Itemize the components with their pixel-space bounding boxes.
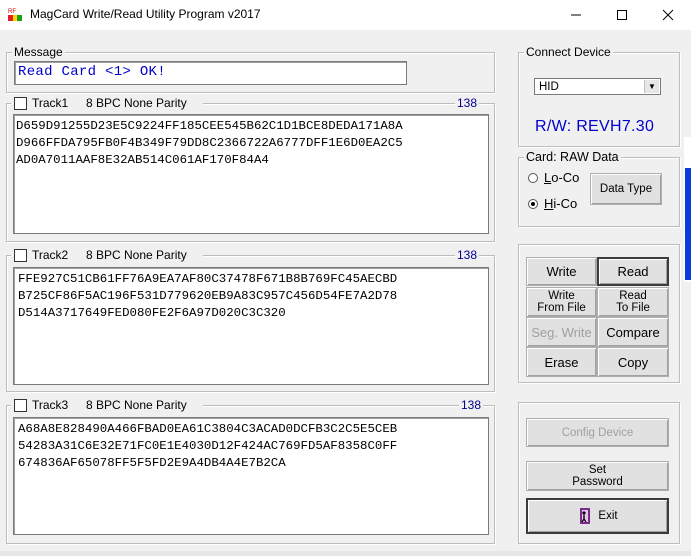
loco-radio[interactable]	[528, 173, 538, 183]
set-password-label-1: Set	[588, 464, 607, 476]
message-field: Read Card <1> OK!	[14, 61, 407, 85]
track1-data: D659D91255D23E5C9224FF185CEE545B62C1D1BC…	[16, 119, 403, 167]
read-to-file-label-1: Read	[619, 290, 647, 302]
track3-data: A68A8E828490A466FBAD0EA61C3804C3ACAD0DCF…	[18, 422, 398, 470]
seg-write-button[interactable]: Seg. Write	[526, 317, 597, 347]
svg-text:RF: RF	[8, 9, 16, 15]
write-from-file-label-1: Write	[548, 290, 575, 302]
minimize-button[interactable]	[553, 0, 599, 30]
track3-label: Track3	[32, 398, 69, 412]
message-text: Read Card <1> OK!	[18, 64, 166, 80]
config-device-button[interactable]: Config Device	[526, 418, 669, 447]
card-type-legend: Card: RAW Data	[524, 150, 621, 164]
write-from-file-button[interactable]: Write From File	[526, 287, 597, 317]
hico-radio[interactable]	[528, 199, 538, 209]
copy-button[interactable]: Copy	[597, 347, 669, 377]
hico-label[interactable]: Hi-Co	[544, 196, 577, 211]
track2-checkbox[interactable]	[14, 249, 27, 262]
device-select-value: HID	[539, 80, 559, 93]
device-select[interactable]: HID ▼	[534, 78, 661, 95]
maximize-button[interactable]	[599, 0, 645, 30]
track1-data-field[interactable]: D659D91255D23E5C9224FF185CEE545B62C1D1BC…	[13, 114, 489, 234]
track1-checkbox[interactable]	[14, 97, 27, 110]
chevron-down-icon[interactable]: ▼	[644, 80, 659, 93]
track3-header: Track3 8 BPC None Parity	[11, 398, 203, 412]
exit-icon	[577, 507, 593, 525]
track2-data: FFE927C51CB61FF76A9EA7AF80C37478F671B8B7…	[18, 272, 398, 320]
write-button[interactable]: Write	[526, 257, 597, 286]
compare-button[interactable]: Compare	[597, 317, 669, 347]
track3-data-field[interactable]: A68A8E828490A466FBAD0EA61C3804C3ACAD0DCF…	[13, 417, 489, 535]
exit-label: Exit	[598, 510, 618, 522]
track3-checkbox[interactable]	[14, 399, 27, 412]
title-bar: RF MagCard Write/Read Utility Program v2…	[0, 0, 691, 30]
track1-header: Track1 8 BPC None Parity	[11, 96, 203, 110]
rw-version: R/W: REVH7.30	[535, 118, 655, 135]
track3-format: 8 BPC None Parity	[86, 398, 187, 412]
close-button[interactable]	[645, 0, 691, 30]
track2-count: 138	[455, 248, 480, 262]
connect-device-legend: Connect Device	[524, 45, 613, 59]
read-to-file-label-2: To File	[616, 302, 650, 314]
set-password-label-2: Password	[572, 476, 623, 488]
write-from-file-label-2: From File	[537, 302, 586, 314]
background-window-accent	[685, 168, 691, 280]
track2-format: 8 BPC None Parity	[86, 248, 187, 262]
read-button[interactable]: Read	[597, 257, 669, 286]
track1-count: 138	[455, 96, 480, 110]
exit-button[interactable]: Exit	[526, 498, 669, 534]
track2-data-field[interactable]: FFE927C51CB61FF76A9EA7AF80C37478F671B8B7…	[13, 267, 489, 385]
erase-button[interactable]: Erase	[526, 347, 597, 377]
read-to-file-button[interactable]: Read To File	[597, 287, 669, 317]
track1-label: Track1	[32, 96, 69, 110]
data-type-button[interactable]: Data Type	[590, 173, 662, 205]
app-icon: RF	[7, 6, 23, 22]
window-title: MagCard Write/Read Utility Program v2017	[30, 7, 261, 21]
bottom-edge	[0, 551, 691, 556]
track3-count: 138	[459, 398, 484, 412]
set-password-button[interactable]: Set Password	[526, 461, 669, 491]
message-legend: Message	[12, 45, 65, 59]
track1-format: 8 BPC None Parity	[86, 96, 187, 110]
loco-label[interactable]: Lo-Co	[544, 170, 579, 185]
track2-label: Track2	[32, 248, 69, 262]
track2-header: Track2 8 BPC None Parity	[11, 248, 203, 262]
